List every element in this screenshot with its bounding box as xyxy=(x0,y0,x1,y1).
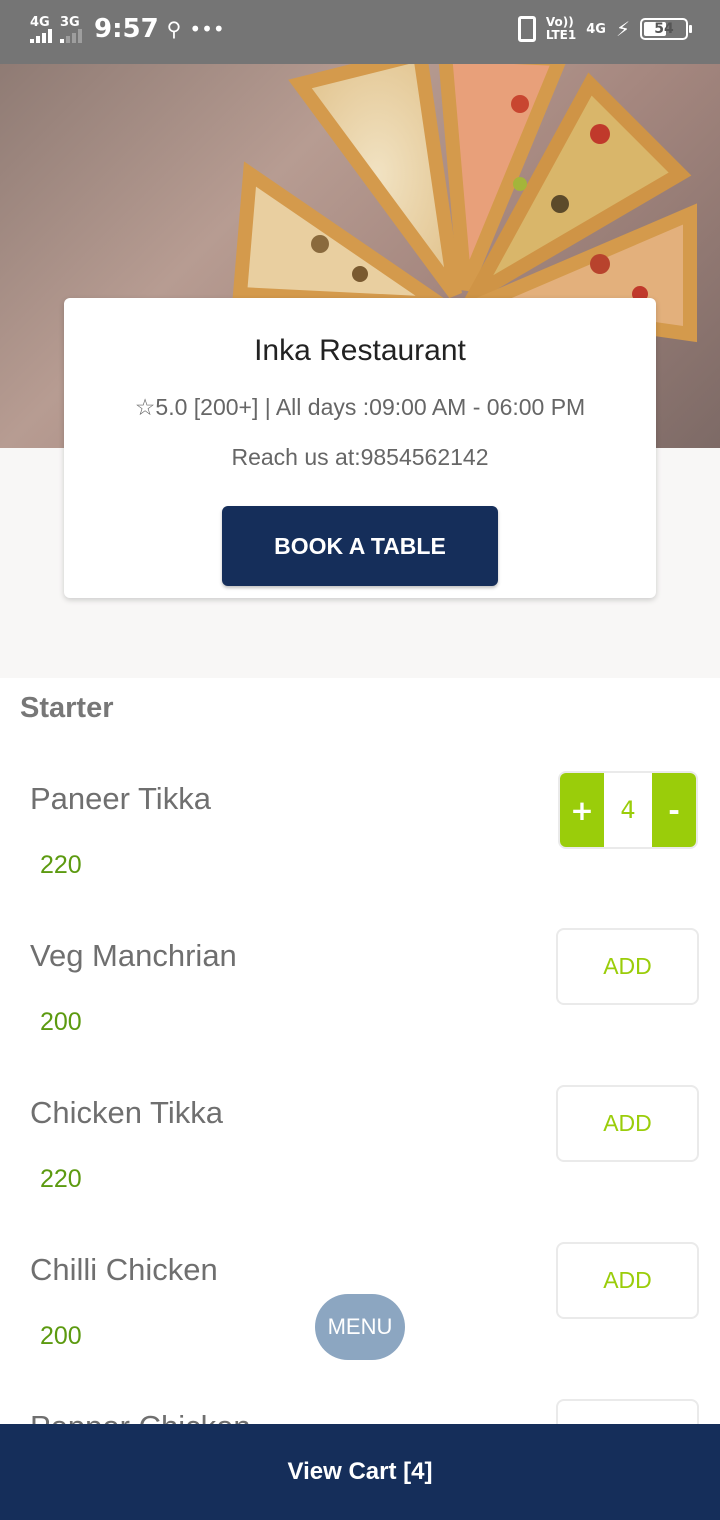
network-type-3: 4G xyxy=(586,21,606,37)
item-price: 200 xyxy=(40,1008,82,1036)
volte-indicator: Vo)) LTE1 xyxy=(546,16,576,42)
item-price: 220 xyxy=(40,851,82,879)
item-name: Paneer Tikka xyxy=(30,781,211,816)
add-button[interactable]: ADD xyxy=(556,1242,699,1319)
menu-item: Paneer Tikka 220 + 4 - xyxy=(0,771,720,928)
item-name: Chicken Tikka xyxy=(30,1095,223,1130)
charging-icon: ⚡ xyxy=(615,17,630,41)
restaurant-info-card: Inka Restaurant ☆5.0 [200+] | All days :… xyxy=(64,298,656,598)
item-price: 200 xyxy=(40,1322,82,1350)
item-name: Chilli Chicken xyxy=(30,1252,218,1287)
increment-button[interactable]: + xyxy=(560,773,604,847)
restaurant-name: Inka Restaurant xyxy=(254,334,466,367)
quantity-value: 4 xyxy=(620,796,636,824)
menu-button[interactable]: MENU xyxy=(315,1294,405,1360)
menu-item: Veg Manchrian 200 ADD xyxy=(0,928,720,1085)
status-bar: 4G 3G 9:57 ⚲ ••• Vo)) LTE1 4G ⚡ 54 xyxy=(0,0,720,64)
star-outline-icon: ☆ xyxy=(134,394,156,420)
view-cart-button[interactable]: View Cart [4] xyxy=(0,1424,720,1520)
restaurant-contact: Reach us at:9854562142 xyxy=(231,444,489,470)
menu-item: Chicken Tikka 220 ADD xyxy=(0,1085,720,1242)
more-dots-icon: ••• xyxy=(189,17,225,41)
vibrate-icon xyxy=(517,16,536,42)
signal-4g-icon: 4G xyxy=(30,16,52,43)
restaurant-rating-hours: ☆5.0 [200+] | All days :09:00 AM - 06:00… xyxy=(64,394,656,421)
item-price: 220 xyxy=(40,1165,82,1193)
network-type-2: 3G xyxy=(60,14,80,30)
signal-3g-icon: 3G xyxy=(60,16,82,43)
book-table-button[interactable]: BOOK A TABLE xyxy=(222,506,498,586)
quantity-stepper: + 4 - xyxy=(558,771,698,849)
add-button[interactable]: ADD xyxy=(556,928,699,1005)
volte-bottom: LTE1 xyxy=(545,28,577,42)
menu-item: Pepper Chicken xyxy=(0,1399,720,1444)
add-button[interactable]: ADD xyxy=(556,1085,699,1162)
decrement-button[interactable]: - xyxy=(652,773,696,847)
usb-icon: ⚲ xyxy=(166,17,182,41)
add-button-partial[interactable] xyxy=(556,1399,699,1424)
status-left: 4G 3G 9:57 ⚲ ••• xyxy=(30,14,225,44)
battery-level: 54 xyxy=(654,21,674,37)
clock: 9:57 xyxy=(94,14,159,44)
section-title: Starter xyxy=(20,692,114,724)
battery-icon: 54 xyxy=(640,18,692,40)
network-type-1: 4G xyxy=(30,14,50,30)
rating-hours-text: 5.0 [200+] | All days :09:00 AM - 06:00 … xyxy=(155,394,586,420)
item-name: Veg Manchrian xyxy=(30,938,237,973)
status-right: Vo)) LTE1 4G ⚡ 54 xyxy=(517,16,692,42)
